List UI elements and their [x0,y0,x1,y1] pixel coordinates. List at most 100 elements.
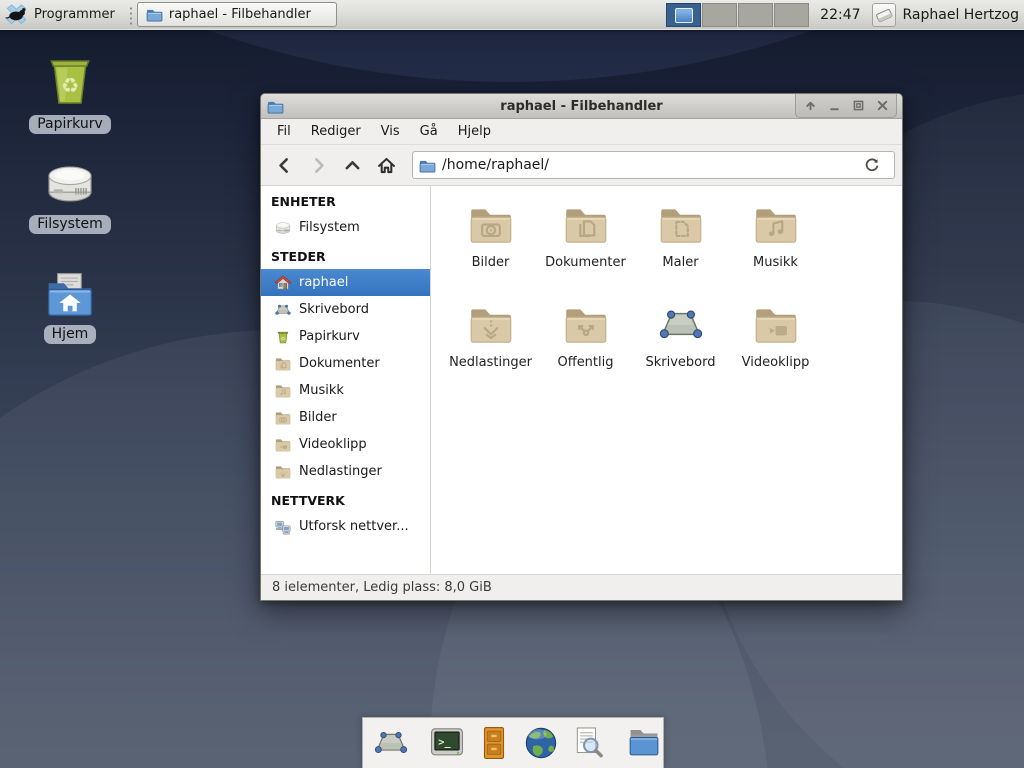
desktop-icon [274,301,292,319]
globe-icon [522,724,560,762]
file-item-nedlastinger[interactable]: Nedlastinger [443,300,538,400]
svg-text:♻: ♻ [61,74,80,98]
shade-button[interactable] [799,96,821,115]
sidebar-item-label: Utforsk nettver... [299,519,409,534]
menu-hjelp[interactable]: Hjelp [448,119,501,144]
sidebar-item-dokumenter[interactable]: Dokumenter [261,350,430,377]
web-browser-button[interactable] [522,723,560,763]
terminal-button[interactable]: >_ [428,723,466,763]
file-view[interactable]: Bilder DokumenterMaler Musikk NedlastingerO… [431,186,902,574]
folder-templates-icon [656,200,706,250]
taskbar-window-button[interactable]: raphael - Filbehandler [137,2,337,27]
panel-clock[interactable]: 22:47 [820,7,860,23]
sidebar-item-papirkurv[interactable]: ♻ Papirkurv [261,323,430,350]
eraser-icon [872,3,896,27]
svg-text:♻: ♻ [281,336,286,342]
sidebar-item-label: Nedlastinger [299,464,382,479]
desktop-icon-hjem[interactable]: Hjem [18,268,122,344]
search-doc-icon [569,724,607,762]
panel-grip-handle[interactable] [127,5,135,25]
file-item-skrivebord[interactable]: Skrivebord [633,300,728,400]
sidebar-item-filsystem[interactable]: Filsystem [261,214,430,241]
close-button[interactable] [871,96,893,115]
window-body: ENHETERFilsystemSTEDERraphaelSkrivebord♻… [261,186,902,574]
menu-rediger[interactable]: Rediger [301,119,371,144]
sidebar-item-raphael[interactable]: raphael [261,269,430,296]
file-item-musikk[interactable]: Musikk [728,200,823,300]
sidebar-header-nettverk: NETTVERK [261,485,430,513]
desktop-icon-filsystem[interactable]: Filsystem [18,156,122,234]
workspace-cell-3[interactable] [738,3,773,27]
cabinet-icon [475,724,513,762]
statusbar-text: 8 ielementer, Ledig plass: 8,0 GiB [272,580,492,595]
sidebar-item-videoklipp[interactable]: Videoklipp [261,431,430,458]
path-entry[interactable]: /home/raphael/ [412,151,895,179]
sidebar: ENHETERFilsystemSTEDERraphaelSkrivebord♻… [261,186,431,574]
home-button[interactable] [370,150,402,181]
user-badge[interactable]: Raphael Hertzog [872,3,1019,27]
top-panel: Programmer raphael - Filbehandler 22:47 … [0,0,1024,30]
sidebar-item-label: Papirkurv [299,329,360,344]
workspace-cell-2[interactable] [702,3,737,27]
dock-folder-icon [625,724,663,762]
file-item-bilder[interactable]: Bilder [443,200,538,300]
sidebar-item-label: Musikk [299,383,344,398]
file-item-label: Musikk [753,255,798,270]
folder-public-icon [561,300,611,350]
folder-videos-icon [274,436,292,454]
sidebar-item-label: Filsystem [299,220,360,235]
folder-music-icon [751,200,801,250]
menu-vis[interactable]: Vis [371,119,410,144]
sidebar-item-nedlastinger[interactable]: Nedlastinger [261,458,430,485]
maximize-button[interactable] [847,96,869,115]
file-manager-button[interactable] [625,723,663,763]
workspace-pager [666,3,809,27]
show-desktop-button[interactable] [372,723,410,763]
file-item-maler[interactable]: Maler [633,200,728,300]
workspace-cell-1[interactable] [666,3,701,27]
sidebar-item-musikk[interactable]: Musikk [261,377,430,404]
folder-downloads-icon [466,300,516,350]
file-cabinet-button[interactable] [475,723,513,763]
minimize-button[interactable] [823,96,845,115]
file-item-label: Videoklipp [742,355,810,370]
desktop-icon-papirkurv[interactable]: ♻Papirkurv [18,50,122,134]
file-item-label: Bilder [472,255,510,270]
forward-button[interactable] [302,150,334,181]
terminal-icon: >_ [428,724,466,762]
drive-icon [274,219,292,237]
window-titlebar[interactable]: raphael - Filbehandler [261,94,902,119]
reload-button[interactable] [856,150,888,181]
menu-fil[interactable]: Fil [267,119,301,144]
applications-menu-button[interactable]: Programmer [0,0,125,29]
panel-right-group: 22:47 Raphael Hertzog [666,0,1019,30]
menu-g[interactable]: Gå [410,119,448,144]
window-controls [795,94,897,118]
taskbar-window-label: raphael - Filbehandler [169,7,311,22]
trash-small-icon: ♻ [274,328,292,346]
trash-desktop-icon: ♻ [39,50,101,112]
search-button[interactable] [569,723,607,763]
statusbar: 8 ielementer, Ledig plass: 8,0 GiB [261,574,902,600]
workspace-cell-4[interactable] [774,3,809,27]
folder-videos-icon [751,300,801,350]
path-text[interactable]: /home/raphael/ [442,157,850,173]
folder-pictures-icon [274,409,292,427]
file-item-videoklipp[interactable]: Videoklipp [728,300,823,400]
show-desktop-icon [372,724,410,762]
back-button[interactable] [268,150,300,181]
up-button[interactable] [336,150,368,181]
folder-music-icon [274,382,292,400]
network-icon [274,518,292,536]
sidebar-item-label: Skrivebord [299,302,369,317]
folder-downloads-icon [274,463,292,481]
sidebar-header-steder: STEDER [261,241,430,269]
sidebar-item-label: Videoklipp [299,437,367,452]
file-item-offentlig[interactable]: Offentlig [538,300,633,400]
sidebar-item-label: raphael [299,275,348,290]
sidebar-item-bilder[interactable]: Bilder [261,404,430,431]
file-item-dokumenter[interactable]: Dokumenter [538,200,633,300]
sidebar-item-utforsk-nettver[interactable]: Utforsk nettver... [261,513,430,540]
desktop-icon [656,300,706,350]
sidebar-item-skrivebord[interactable]: Skrivebord [261,296,430,323]
